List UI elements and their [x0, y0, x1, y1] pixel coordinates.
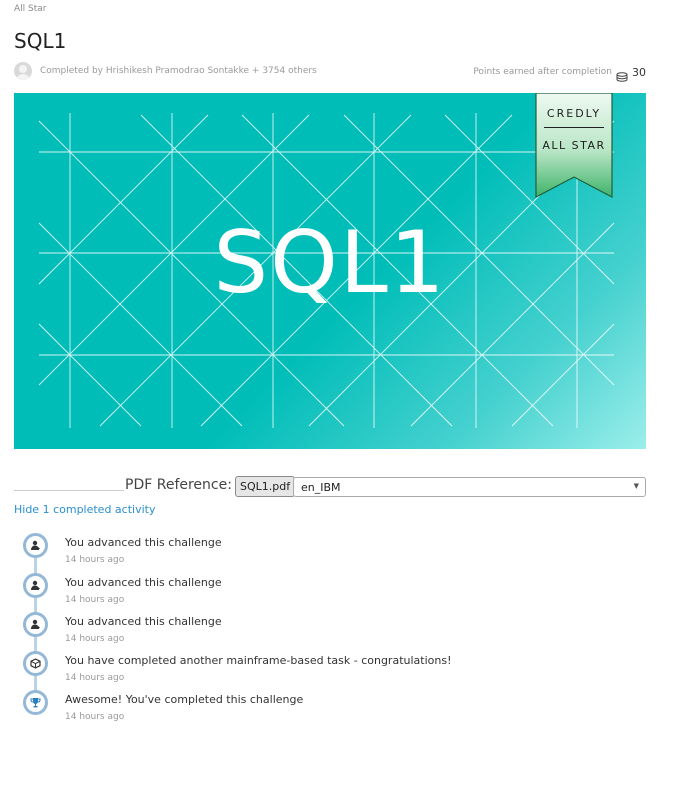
activity-time: 14 hours ago	[65, 673, 125, 683]
activity-item: You advanced this challenge 14 hours ago	[14, 570, 646, 609]
trophy-icon	[23, 690, 48, 715]
activity-text: You advanced this challenge	[65, 536, 222, 549]
cube-icon	[23, 651, 48, 676]
activity-item: You have completed another mainframe-bas…	[14, 648, 646, 687]
pdf-reference-label: PDF Reference:	[125, 477, 232, 493]
points-label: Points earned after completion	[473, 67, 612, 77]
activity-text: Awesome! You've completed this challenge	[65, 693, 304, 706]
avatar[interactable]	[14, 62, 32, 80]
activity-time: 14 hours ago	[65, 634, 125, 644]
challenge-banner: CREDLY ALL STAR SQL1	[14, 93, 646, 449]
activity-timeline: You advanced this challenge 14 hours ago…	[14, 530, 646, 730]
activity-time: 14 hours ago	[65, 555, 125, 565]
user-advance-icon	[23, 533, 48, 558]
chevron-down-icon: ▼	[633, 482, 639, 490]
activity-text: You advanced this challenge	[65, 615, 222, 628]
pdf-reference-row: PDF Reference: SQL1.pdf en_IBM ▼	[14, 476, 646, 498]
ribbon-text-credly: CREDLY	[546, 107, 602, 120]
completed-by-text[interactable]: Completed by Hrishikesh Pramodrao Sontak…	[40, 66, 317, 76]
user-advance-icon	[23, 612, 48, 637]
breadcrumb[interactable]: All Star	[14, 4, 46, 14]
activity-text: You have completed another mainframe-bas…	[65, 654, 452, 667]
completion-meta: Completed by Hrishikesh Pramodrao Sontak…	[14, 62, 646, 82]
hide-completed-activity-link[interactable]: Hide 1 completed activity	[14, 503, 155, 516]
activity-item: Awesome! You've completed this challenge…	[14, 687, 646, 726]
pdf-file-button[interactable]: SQL1.pdf	[235, 476, 296, 497]
pdf-divider	[14, 490, 124, 491]
activity-time: 14 hours ago	[65, 595, 125, 605]
ribbon-divider	[544, 127, 604, 128]
points-icon	[616, 67, 628, 82]
activity-time: 14 hours ago	[65, 712, 125, 722]
user-advance-icon	[23, 573, 48, 598]
banner-title: SQL1	[213, 213, 447, 313]
language-select-value: en_IBM	[301, 481, 341, 494]
points-value: 30	[632, 66, 646, 79]
activity-item: You advanced this challenge 14 hours ago	[14, 530, 646, 569]
language-select[interactable]: en_IBM ▼	[293, 477, 646, 497]
activity-item: You advanced this challenge 14 hours ago	[14, 609, 646, 648]
ribbon-text-all-star: ALL STAR	[542, 139, 606, 152]
activity-text: You advanced this challenge	[65, 576, 222, 589]
page-title: SQL1	[14, 29, 67, 53]
